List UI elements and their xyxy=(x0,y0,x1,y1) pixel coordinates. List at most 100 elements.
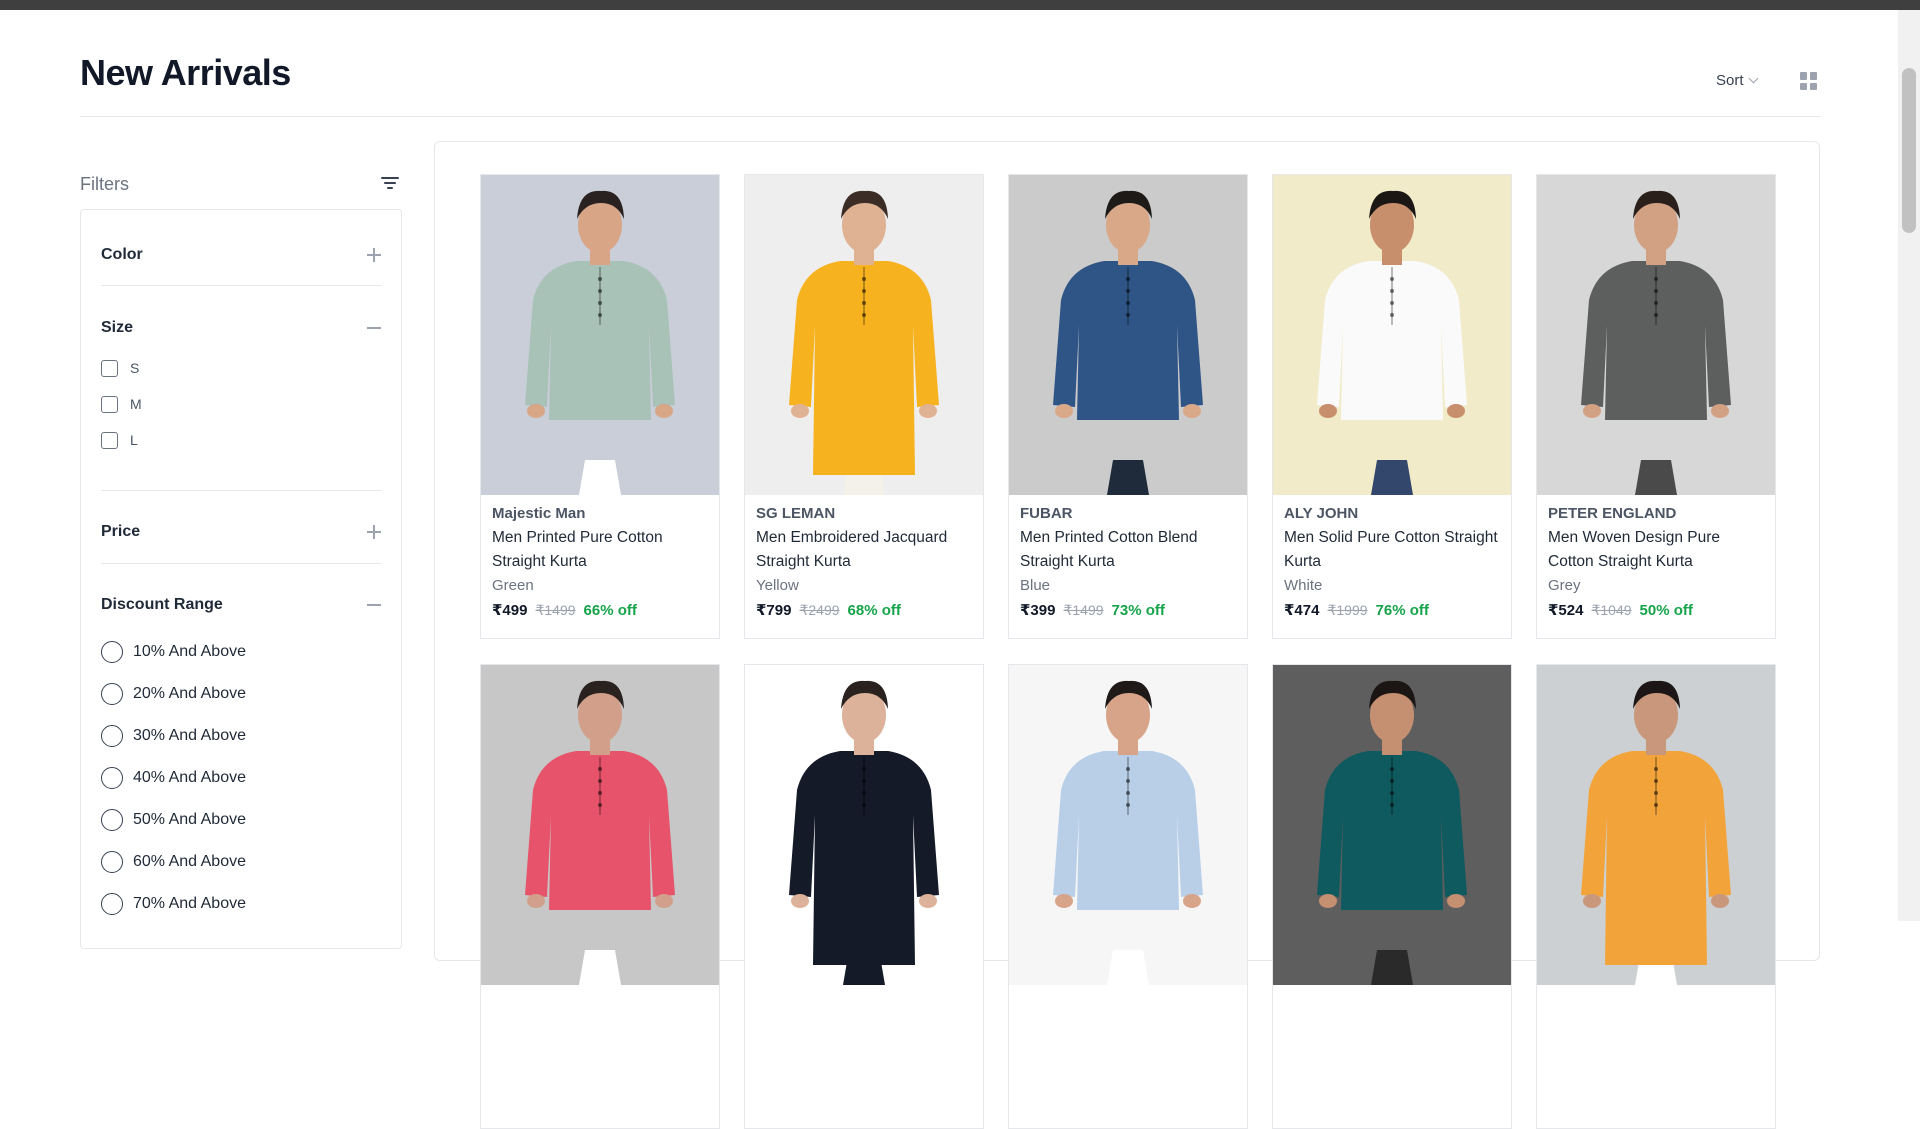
size-label: L xyxy=(130,432,138,448)
model-photo xyxy=(745,175,983,495)
minus-icon xyxy=(367,598,381,612)
size-option-l[interactable]: L xyxy=(101,422,381,458)
discount-label: 60% And Above xyxy=(133,853,246,870)
filters-title: Filters xyxy=(80,174,129,194)
product-card[interactable] xyxy=(1536,664,1776,1129)
discount-option-50[interactable]: 50% And Above xyxy=(101,799,381,841)
divider xyxy=(101,563,381,564)
product-discount: 73% off xyxy=(1111,602,1165,619)
filter-section-label: Price xyxy=(101,523,141,540)
discount-option-30[interactable]: 30% And Above xyxy=(101,715,381,757)
model-photo xyxy=(745,665,983,985)
checkbox[interactable] xyxy=(101,431,118,449)
model-photo xyxy=(481,665,719,985)
product-image xyxy=(1537,175,1775,495)
product-name: Men Embroidered Jacquard Straight Kurta xyxy=(756,529,948,570)
size-label: M xyxy=(130,396,142,412)
product-card[interactable]: ALY JOHN Men Solid Pure Cotton Straight … xyxy=(1272,174,1512,639)
product-mrp: ₹1499 xyxy=(535,602,576,618)
product-price: ₹499 xyxy=(492,602,528,619)
product-card[interactable]: SG LEMAN Men Embroidered Jacquard Straig… xyxy=(744,174,984,639)
filter-icon[interactable] xyxy=(381,177,399,191)
radio[interactable] xyxy=(101,767,123,789)
product-price: ₹474 xyxy=(1284,602,1320,619)
product-color: Green xyxy=(492,577,534,594)
product-card[interactable] xyxy=(1272,664,1512,1129)
filter-discount-header[interactable]: Discount Range xyxy=(101,593,381,617)
filter-section-price[interactable]: Price xyxy=(101,520,381,544)
product-color: Blue xyxy=(1020,577,1051,594)
product-discount: 68% off xyxy=(847,602,901,619)
size-option-m[interactable]: M xyxy=(101,386,381,422)
discount-label: 30% And Above xyxy=(133,727,246,744)
model-photo xyxy=(481,175,719,495)
checkbox[interactable] xyxy=(101,359,118,377)
filter-section-discount: Discount Range 10% And Above 20% And Abo… xyxy=(101,593,381,925)
product-color: Grey xyxy=(1548,577,1581,594)
discount-option-10[interactable]: 10% And Above xyxy=(101,631,381,673)
product-image xyxy=(1537,665,1775,985)
discount-option-20[interactable]: 20% And Above xyxy=(101,673,381,715)
product-card[interactable]: FUBAR Men Printed Cotton Blend Straight … xyxy=(1008,174,1248,639)
filters-header: Filters xyxy=(80,164,400,204)
product-mrp: ₹2499 xyxy=(799,602,840,618)
model-photo xyxy=(1537,665,1775,985)
minus-icon xyxy=(367,321,381,335)
grid-view-icon[interactable] xyxy=(1800,72,1818,90)
product-name: Men Woven Design Pure Cotton Straight Ku… xyxy=(1548,529,1721,570)
product-price: ₹524 xyxy=(1548,602,1584,619)
product-price: ₹799 xyxy=(756,602,792,619)
discount-label: 70% And Above xyxy=(133,895,246,912)
discount-option-40[interactable]: 40% And Above xyxy=(101,757,381,799)
product-image xyxy=(481,665,719,985)
radio[interactable] xyxy=(101,893,123,915)
filter-section-size: Size S M L xyxy=(101,316,381,458)
product-image xyxy=(745,175,983,495)
filter-color-header[interactable]: Color xyxy=(101,243,381,267)
plus-icon xyxy=(367,525,381,539)
product-price: ₹399 xyxy=(1020,602,1056,619)
discount-option-70[interactable]: 70% And Above xyxy=(101,883,381,925)
product-image xyxy=(1009,665,1247,985)
product-name: Men Printed Cotton Blend Straight Kurta xyxy=(1020,529,1198,570)
radio[interactable] xyxy=(101,683,123,705)
radio[interactable] xyxy=(101,809,123,831)
product-card[interactable] xyxy=(480,664,720,1129)
radio[interactable] xyxy=(101,725,123,747)
size-label: S xyxy=(130,360,140,376)
product-card[interactable] xyxy=(1008,664,1248,1129)
plus-icon xyxy=(367,248,381,262)
product-brand: SG LEMAN xyxy=(756,505,836,522)
browser-top-bar xyxy=(0,0,1920,10)
discount-option-60[interactable]: 60% And Above xyxy=(101,841,381,883)
sort-label: Sort xyxy=(1716,72,1744,89)
product-card[interactable]: Majestic Man Men Printed Pure Cotton Str… xyxy=(480,174,720,639)
filter-size-header[interactable]: Size xyxy=(101,316,381,340)
filter-panel: Color Size S M L Price Discount Range 10… xyxy=(80,209,402,949)
filter-price-header[interactable]: Price xyxy=(101,520,381,544)
filter-section-color[interactable]: Color xyxy=(101,243,381,267)
filter-section-label: Size xyxy=(101,319,134,336)
page: New Arrivals Sort Filters Color Size S M… xyxy=(80,10,1820,1129)
discount-label: 40% And Above xyxy=(133,769,246,786)
product-brand: Majestic Man xyxy=(492,505,586,522)
sort-button[interactable]: Sort xyxy=(1716,72,1758,89)
product-card[interactable]: PETER ENGLAND Men Woven Design Pure Cott… xyxy=(1536,174,1776,639)
page-title: New Arrivals xyxy=(80,52,291,93)
scrollbar-thumb[interactable] xyxy=(1902,68,1916,233)
product-name: Men Solid Pure Cotton Straight Kurta xyxy=(1284,529,1498,570)
page-header: New Arrivals Sort xyxy=(80,10,1820,117)
product-name: Men Printed Pure Cotton Straight Kurta xyxy=(492,529,663,570)
size-option-s[interactable]: S xyxy=(101,350,381,386)
radio[interactable] xyxy=(101,851,123,873)
checkbox[interactable] xyxy=(101,395,118,413)
product-image xyxy=(1273,175,1511,495)
product-mrp: ₹1049 xyxy=(1591,602,1632,618)
product-card[interactable] xyxy=(744,664,984,1129)
product-mrp: ₹1999 xyxy=(1327,602,1368,618)
discount-label: 20% And Above xyxy=(133,685,246,702)
divider xyxy=(101,490,381,491)
filter-section-label: Discount Range xyxy=(101,596,223,613)
product-image xyxy=(481,175,719,495)
radio[interactable] xyxy=(101,641,123,663)
